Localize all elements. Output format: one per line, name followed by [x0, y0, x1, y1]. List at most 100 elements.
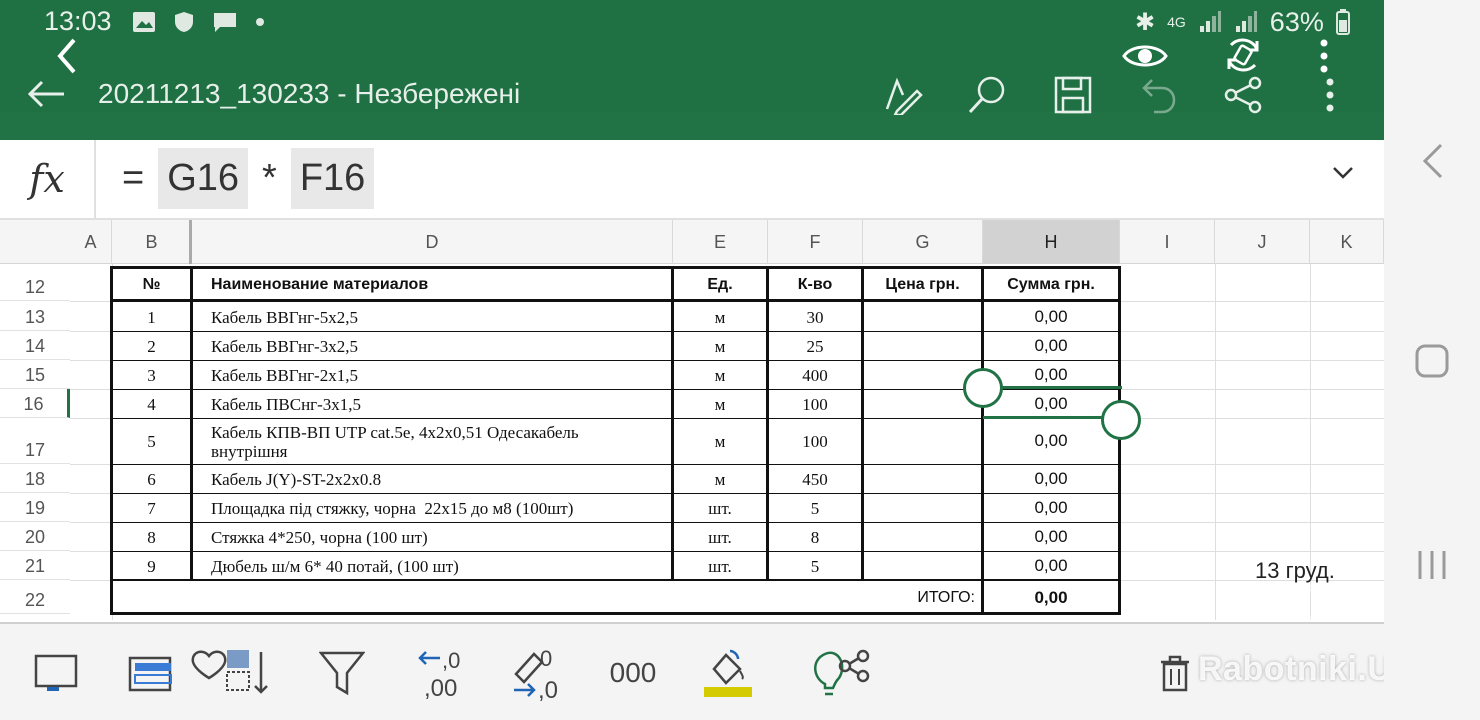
cell-qty[interactable]: 25: [769, 333, 861, 360]
column-header-b[interactable]: B: [112, 220, 192, 264]
decrease-decimal-button[interactable]: 0,0: [508, 640, 568, 706]
selection-handle-start[interactable]: [963, 368, 1003, 408]
cell-sum[interactable]: 0,00: [984, 493, 1118, 522]
column-header-g[interactable]: G: [863, 220, 983, 264]
formula-input[interactable]: = G16 * F16: [116, 146, 382, 210]
cell-name[interactable]: Дюбель ш/м 6* 40 потай, (100 шт): [193, 553, 671, 580]
cell-no[interactable]: 6: [113, 466, 190, 493]
nav-home-icon[interactable]: [1384, 336, 1480, 386]
expand-formula-chevron-icon[interactable]: [1332, 166, 1354, 185]
more-options-icon[interactable]: [1310, 72, 1350, 118]
cell-sum[interactable]: 0,00: [984, 418, 1118, 464]
total-value[interactable]: 0,00: [984, 583, 1118, 612]
cell-qty[interactable]: 5: [769, 495, 861, 522]
row-header-19[interactable]: 19: [0, 493, 70, 522]
cell-qty[interactable]: 100: [769, 391, 861, 418]
column-header-j[interactable]: J: [1215, 220, 1310, 264]
share-icon[interactable]: [1218, 72, 1268, 118]
cell-unit[interactable]: м: [674, 333, 766, 360]
cell-sum[interactable]: 0,00: [984, 464, 1118, 493]
sort-icon[interactable]: [188, 640, 274, 706]
row-header-22[interactable]: 22: [0, 580, 70, 614]
column-header-a[interactable]: A: [70, 220, 112, 264]
cell-unit[interactable]: м: [674, 304, 766, 331]
cell-sum[interactable]: 0,00: [984, 302, 1118, 331]
nav-recents-icon[interactable]: [1384, 540, 1480, 590]
cell-no[interactable]: 7: [113, 495, 190, 522]
cell-no[interactable]: 3: [113, 362, 190, 389]
cell-name[interactable]: Кабель ВВГнг-5х2,5: [193, 304, 671, 331]
row-header-15[interactable]: 15: [0, 360, 70, 389]
overlay-more-icon[interactable]: [1304, 36, 1344, 76]
cell-no[interactable]: 5: [113, 420, 190, 464]
fx-icon[interactable]: fx: [0, 140, 96, 218]
column-header-i[interactable]: I: [1120, 220, 1215, 264]
fill-color-icon[interactable]: [698, 640, 758, 706]
column-header-f[interactable]: F: [768, 220, 863, 264]
rotate-icon[interactable]: [1218, 34, 1268, 76]
cell-no[interactable]: 9: [113, 553, 190, 580]
table-styles-icon[interactable]: [122, 640, 182, 706]
cell-qty[interactable]: 450: [769, 466, 861, 493]
cell-no[interactable]: 1: [113, 304, 190, 331]
cell-qty[interactable]: 30: [769, 304, 861, 331]
increase-decimal-button[interactable]: ,0,00: [414, 640, 474, 706]
undo-icon[interactable]: [1134, 72, 1184, 118]
cell-name[interactable]: Кабель ВВГнг-3х2,5: [193, 333, 671, 360]
view-eye-icon[interactable]: [1120, 36, 1170, 76]
cell-name-multiline[interactable]: Кабель КПВ-ВП UTP cat.5e, 4х2х0,51 Одеса…: [193, 420, 671, 464]
formula-ref-2[interactable]: F16: [290, 147, 375, 209]
save-icon[interactable]: [1048, 72, 1098, 118]
column-header-h[interactable]: H: [983, 220, 1120, 264]
filter-icon[interactable]: [312, 640, 372, 706]
header-cell-price[interactable]: Цена грн.: [864, 270, 981, 300]
cell-no[interactable]: 2: [113, 333, 190, 360]
cell-unit[interactable]: м: [674, 466, 766, 493]
row-header-13[interactable]: 13: [0, 301, 70, 331]
column-header-d[interactable]: D: [192, 220, 673, 264]
cell-qty[interactable]: 400: [769, 362, 861, 389]
row-header-17[interactable]: 17: [0, 418, 70, 464]
selection-handle-end[interactable]: [1101, 400, 1141, 440]
cell-unit[interactable]: м: [674, 362, 766, 389]
cell-unit[interactable]: м: [674, 420, 766, 464]
cell-name[interactable]: Стяжка 4*250, чорна (100 шт): [193, 524, 671, 551]
cell-qty[interactable]: 5: [769, 553, 861, 580]
cell-no[interactable]: 4: [113, 391, 190, 418]
back-arrow-icon[interactable]: [24, 74, 68, 114]
cell-sum[interactable]: 0,00: [984, 522, 1118, 551]
cell-qty[interactable]: 100: [769, 420, 861, 464]
row-header-21[interactable]: 21: [0, 551, 70, 580]
cell-name[interactable]: Площадка під стяжку, чорна 22х15 до м8 (…: [193, 495, 671, 522]
column-header-k[interactable]: K: [1310, 220, 1384, 264]
thousands-separator-button[interactable]: 000: [600, 640, 666, 706]
cell-unit[interactable]: шт.: [674, 495, 766, 522]
header-cell-unit[interactable]: Ед.: [674, 270, 766, 300]
row-header-14[interactable]: 14: [0, 331, 70, 360]
column-header-e[interactable]: E: [673, 220, 768, 264]
row-header-12[interactable]: 12: [0, 268, 70, 301]
formula-ref-1[interactable]: G16: [158, 147, 249, 209]
cell-qty[interactable]: 8: [769, 524, 861, 551]
cell-format-icon[interactable]: [26, 640, 86, 706]
row-header-20[interactable]: 20: [0, 522, 70, 551]
cell-name[interactable]: Кабель ВВГнг-2х1,5: [193, 362, 671, 389]
analyze-ideas-icon[interactable]: [806, 640, 872, 706]
cell-sum[interactable]: 0,00: [984, 360, 1118, 389]
cell-name[interactable]: Кабель ПВСнг-3х1,5: [193, 391, 671, 418]
header-cell-sum[interactable]: Сумма грн.: [984, 270, 1118, 300]
cell-sum[interactable]: 0,00: [984, 551, 1118, 580]
cell-name[interactable]: Кабель J(Y)-ST-2х2х0.8: [193, 466, 671, 493]
edit-draw-icon[interactable]: [878, 72, 928, 118]
row-header-18[interactable]: 18: [0, 464, 70, 493]
header-cell-name[interactable]: Наименование материалов: [193, 270, 671, 300]
nav-back-icon[interactable]: [1384, 136, 1480, 186]
cell-no[interactable]: 8: [113, 524, 190, 551]
cell-unit[interactable]: шт.: [674, 524, 766, 551]
row-header-16[interactable]: 16: [0, 389, 70, 418]
header-cell-no[interactable]: №: [113, 270, 190, 300]
search-icon[interactable]: [962, 72, 1012, 118]
cell-sum[interactable]: 0,00: [984, 331, 1118, 360]
collapse-back-icon[interactable]: [48, 36, 84, 76]
delete-trash-icon[interactable]: [1150, 640, 1200, 706]
